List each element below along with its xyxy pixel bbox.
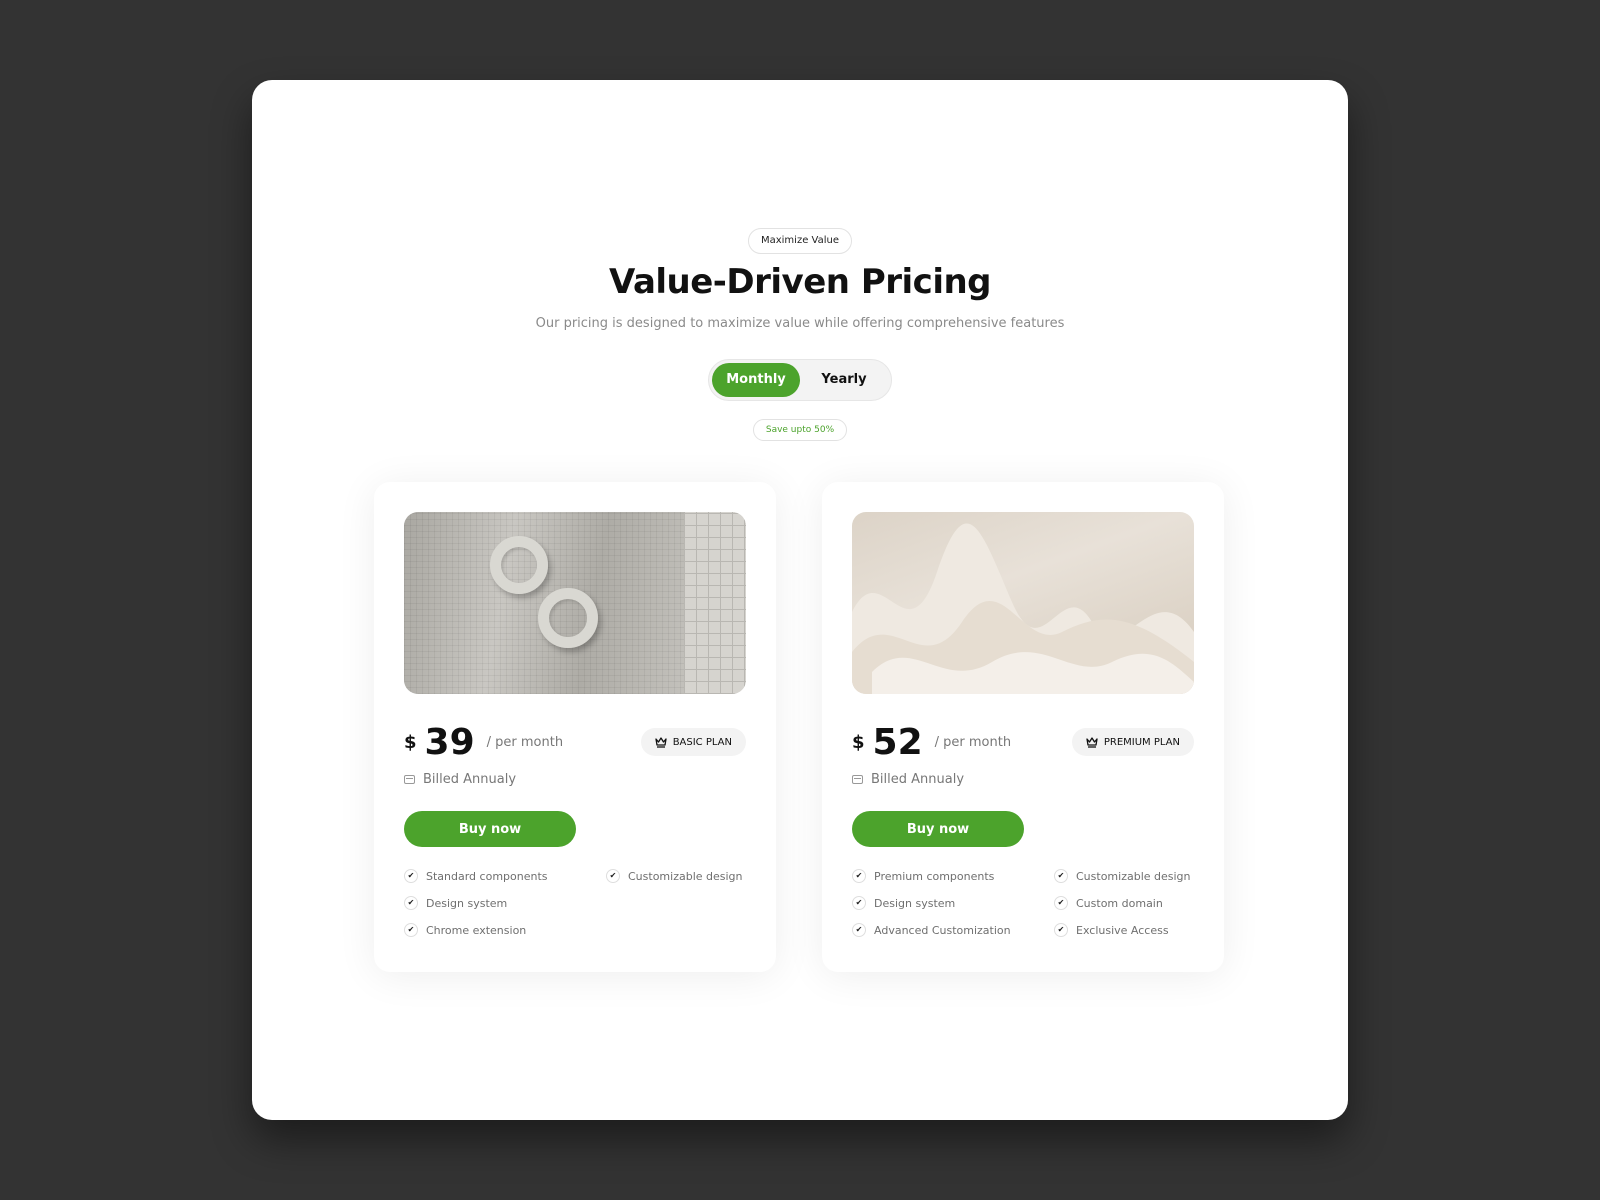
plan-badge: BASIC PLAN	[640, 728, 746, 756]
feature-label: Premium components	[874, 869, 995, 883]
crown-icon	[655, 736, 667, 748]
feature-item: ✔ Design system	[404, 896, 606, 910]
eyebrow-badge: Maximize Value	[747, 228, 852, 254]
buy-now-button[interactable]: Buy now	[404, 811, 576, 847]
billed-label: Billed Annualy	[423, 772, 517, 787]
page-subtitle: Our pricing is designed to maximize valu…	[535, 316, 1065, 331]
feature-label: Customizable design	[1076, 869, 1191, 883]
feature-item: ✔ Exclusive Access	[1054, 923, 1194, 937]
check-icon: ✔	[404, 896, 418, 910]
feature-list: ✔ Standard components ✔ Customizable des…	[404, 869, 746, 937]
check-icon: ✔	[1054, 896, 1068, 910]
feature-label: Standard components	[426, 869, 548, 883]
feature-label: Design system	[874, 896, 956, 910]
price-period: / per month	[486, 734, 564, 750]
plan-cards: $ 39 / per month BASIC PLAN Billed Annua…	[374, 482, 1224, 972]
feature-label: Advanced Customization	[874, 923, 1011, 937]
save-badge: Save upto 50%	[753, 419, 847, 441]
plan-badge: PREMIUM PLAN	[1071, 728, 1194, 756]
buy-now-button[interactable]: Buy now	[852, 811, 1024, 847]
feature-label: Customizable design	[628, 869, 743, 883]
feature-label: Chrome extension	[426, 923, 527, 937]
page-title: Value-Driven Pricing	[608, 262, 992, 302]
price-row: $ 39 / per month BASIC PLAN	[404, 720, 746, 764]
check-icon: ✔	[404, 923, 418, 937]
billed-label: Billed Annualy	[871, 772, 965, 787]
check-icon: ✔	[852, 869, 866, 883]
feature-list: ✔ Premium components ✔ Customizable desi…	[852, 869, 1194, 937]
plan-badge-label: BASIC PLAN	[672, 736, 732, 748]
feature-item: ✔ Advanced Customization	[852, 923, 1054, 937]
feature-item: ✔ Design system	[852, 896, 1054, 910]
feature-item: ✔ Standard components	[404, 869, 606, 883]
toggle-monthly[interactable]: Monthly	[712, 363, 800, 397]
card-icon	[404, 775, 415, 784]
feature-item: ✔ Premium components	[852, 869, 1054, 883]
plan-card-premium: $ 52 / per month PREMIUM PLAN Billed Ann…	[822, 482, 1224, 972]
wave-sculpture-image	[852, 523, 1194, 694]
price-period: / per month	[934, 734, 1012, 750]
billed-info: Billed Annualy	[852, 772, 1194, 787]
plan-image-premium	[852, 512, 1194, 694]
price-amount: 39	[424, 721, 475, 763]
plan-image-basic	[404, 512, 746, 694]
feature-label: Custom domain	[1076, 896, 1163, 910]
billing-toggle: Monthly Yearly	[708, 359, 892, 401]
plan-card-basic: $ 39 / per month BASIC PLAN Billed Annua…	[374, 482, 776, 972]
feature-item: ✔ Chrome extension	[404, 923, 606, 937]
feature-item: ✔ Customizable design	[1054, 869, 1194, 883]
card-icon	[852, 775, 863, 784]
crown-icon	[1086, 736, 1098, 748]
check-icon: ✔	[852, 923, 866, 937]
check-icon: ✔	[1054, 923, 1068, 937]
check-icon: ✔	[852, 896, 866, 910]
pricing-header: Maximize Value Value-Driven Pricing Our …	[252, 228, 1348, 441]
currency-symbol: $	[404, 731, 417, 753]
pricing-window: Maximize Value Value-Driven Pricing Our …	[252, 80, 1348, 1120]
currency-symbol: $	[852, 731, 865, 753]
billed-info: Billed Annualy	[404, 772, 746, 787]
check-icon: ✔	[404, 869, 418, 883]
feature-item: ✔ Custom domain	[1054, 896, 1194, 910]
feature-label: Exclusive Access	[1076, 923, 1169, 937]
feature-item: ✔ Customizable design	[606, 869, 746, 883]
check-icon: ✔	[606, 869, 620, 883]
feature-label: Design system	[426, 896, 508, 910]
check-icon: ✔	[1054, 869, 1068, 883]
price-row: $ 52 / per month PREMIUM PLAN	[852, 720, 1194, 764]
price-amount: 52	[872, 721, 923, 763]
plan-badge-label: PREMIUM PLAN	[1103, 736, 1180, 748]
toggle-yearly[interactable]: Yearly	[800, 363, 888, 397]
